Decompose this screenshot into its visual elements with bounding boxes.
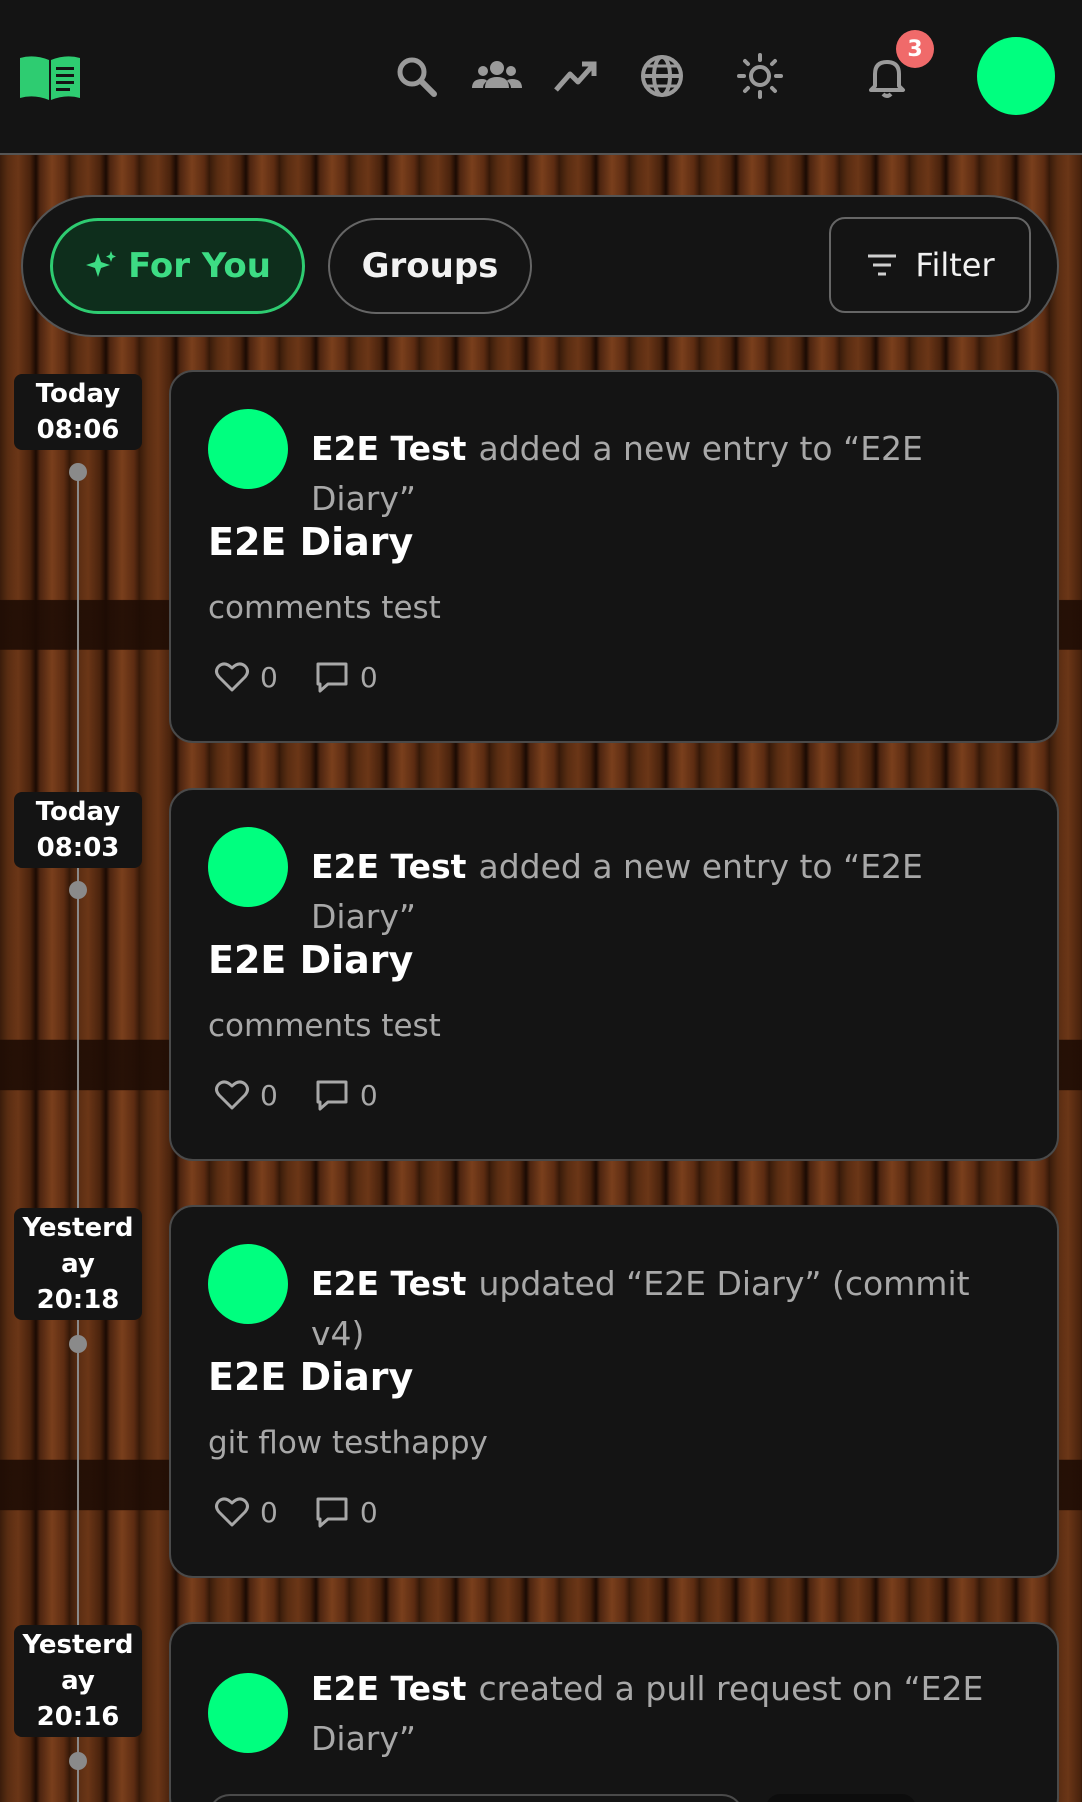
heart-icon xyxy=(215,1080,249,1110)
author-avatar[interactable] xyxy=(208,827,288,907)
comment-count: 0 xyxy=(359,1078,378,1112)
author-avatar[interactable] xyxy=(208,409,288,489)
timeline-dot xyxy=(69,1335,87,1353)
heart-icon xyxy=(215,662,249,692)
card-stats: 0 0 xyxy=(214,1494,414,1530)
comment-icon xyxy=(316,1080,348,1111)
comment-button[interactable]: 0 xyxy=(314,1494,378,1530)
timeline-time: Today 08:03 xyxy=(14,792,142,868)
like-count: 0 xyxy=(260,660,278,694)
groups-icon[interactable] xyxy=(470,52,524,100)
author-name[interactable]: E2E Test xyxy=(311,847,466,886)
entry-snippet: git flow testhappy xyxy=(208,1425,488,1461)
sparkles-icon xyxy=(86,251,117,277)
tab-for-you-label: For You xyxy=(128,246,271,286)
timeline-day: Yesterd xyxy=(22,1213,134,1243)
heart-icon xyxy=(215,1497,249,1527)
author-avatar[interactable] xyxy=(208,1673,288,1753)
comment-icon xyxy=(316,1497,348,1528)
pull-request-preview[interactable] xyxy=(208,1794,744,1802)
trending-icon[interactable] xyxy=(552,52,600,100)
card-stats: 0 0 xyxy=(214,659,414,695)
feed-card[interactable]: E2E Test updated “E2E Diary” (commit v4) … xyxy=(169,1205,1059,1578)
timeline-time: Today 08:06 xyxy=(14,374,142,450)
timeline-day-cont: ay xyxy=(61,1249,95,1279)
search-icon[interactable] xyxy=(392,52,440,100)
tab-groups[interactable]: Groups xyxy=(328,218,532,314)
author-avatar[interactable] xyxy=(208,1244,288,1324)
timeline-time: Yesterd ay 20:18 xyxy=(14,1208,142,1320)
card-headline: E2E Test added a new entry to “E2E Diary” xyxy=(311,424,1031,524)
comment-button[interactable]: 0 xyxy=(314,659,378,695)
timeline-clock: 08:06 xyxy=(36,415,120,445)
top-navbar: 3 xyxy=(0,0,1082,155)
timeline-clock: 20:16 xyxy=(36,1702,120,1732)
comment-button[interactable]: 0 xyxy=(314,1077,378,1113)
timeline-dot xyxy=(69,463,87,481)
filter-button[interactable]: Filter xyxy=(829,217,1031,313)
card-headline: E2E Test updated “E2E Diary” (commit v4) xyxy=(311,1259,1031,1359)
card-headline: E2E Test added a new entry to “E2E Diary” xyxy=(311,842,1031,942)
like-button[interactable]: 0 xyxy=(214,1494,278,1530)
feed-card[interactable]: E2E Test created a pull request on “E2E D… xyxy=(169,1622,1059,1802)
comment-icon xyxy=(316,662,348,693)
tab-for-you[interactable]: For You xyxy=(50,218,305,314)
like-count: 0 xyxy=(260,1495,278,1529)
sun-icon[interactable] xyxy=(736,52,784,100)
entry-title[interactable]: E2E Diary xyxy=(208,1355,413,1399)
entry-snippet: comments test xyxy=(208,590,441,626)
tab-groups-label: Groups xyxy=(361,246,499,286)
like-button[interactable]: 0 xyxy=(214,1077,278,1113)
author-name[interactable]: E2E Test xyxy=(311,1669,466,1708)
timeline-dot xyxy=(69,881,87,899)
filter-icon xyxy=(868,254,897,276)
author-name[interactable]: E2E Test xyxy=(311,1264,466,1303)
timeline-day: Today xyxy=(35,379,121,409)
entry-title[interactable]: E2E Diary xyxy=(208,938,413,982)
timeline-line xyxy=(77,470,79,1802)
entry-snippet: comments test xyxy=(208,1008,441,1044)
card-stats: 0 0 xyxy=(214,1077,414,1113)
filter-label: Filter xyxy=(915,246,995,284)
like-count: 0 xyxy=(260,1078,278,1112)
author-name[interactable]: E2E Test xyxy=(311,429,466,468)
notification-badge: 3 xyxy=(896,30,934,68)
user-avatar[interactable] xyxy=(977,37,1055,115)
entry-title[interactable]: E2E Diary xyxy=(208,520,413,564)
timeline-time: Yesterd ay 20:16 xyxy=(14,1625,142,1737)
pull-request-status xyxy=(766,1794,916,1802)
timeline-day-cont: ay xyxy=(61,1666,95,1696)
globe-icon[interactable] xyxy=(638,52,686,100)
feed-card[interactable]: E2E Test added a new entry to “E2E Diary”… xyxy=(169,370,1059,743)
comment-count: 0 xyxy=(359,660,378,694)
timeline-clock: 20:18 xyxy=(36,1285,120,1315)
like-button[interactable]: 0 xyxy=(214,659,278,695)
timeline-dot xyxy=(69,1752,87,1770)
card-headline: E2E Test created a pull request on “E2E D… xyxy=(311,1664,1031,1764)
timeline-day: Today xyxy=(35,797,121,827)
comment-count: 0 xyxy=(359,1495,378,1529)
open-book-icon[interactable] xyxy=(18,54,82,102)
timeline-day: Yesterd xyxy=(22,1630,134,1660)
timeline-clock: 08:03 xyxy=(36,833,120,863)
feed-card[interactable]: E2E Test added a new entry to “E2E Diary”… xyxy=(169,788,1059,1161)
